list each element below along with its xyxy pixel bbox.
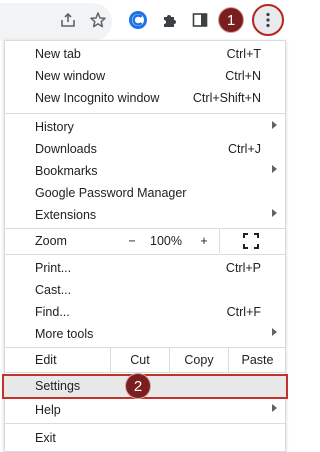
menu-item-help[interactable]: Help [5, 399, 285, 421]
menu-item-label: Print... [35, 261, 72, 275]
menu-item-history[interactable]: History [5, 116, 285, 138]
menu-item-more-tools[interactable]: More tools [5, 323, 285, 345]
menu-item-exit[interactable]: Exit [5, 427, 285, 449]
copy-button[interactable]: Copy [169, 348, 228, 372]
menu-item-new-incognito-window[interactable]: New Incognito window Ctrl+Shift+N [5, 87, 285, 109]
zoom-row: Zoom − 100% + [5, 229, 285, 253]
menu-item-find[interactable]: Find... Ctrl+F [5, 301, 285, 323]
step-1-badge: 1 [218, 7, 244, 33]
three-dots-icon[interactable] [252, 4, 284, 36]
browser-toolbar: 1 [0, 0, 288, 44]
edit-row: Edit Cut Copy Paste [5, 348, 285, 372]
menu-item-label: Cast... [35, 283, 72, 297]
menu-item-label: Help [35, 403, 61, 417]
menu-divider [5, 113, 285, 114]
menu-item-label: New window [35, 69, 106, 83]
menu-item-label: Exit [35, 431, 56, 445]
fullscreen-icon[interactable] [243, 233, 259, 249]
menu-item-downloads[interactable]: Downloads Ctrl+J [5, 138, 285, 160]
menu-item-shortcut: Ctrl+P [225, 261, 261, 275]
menu-divider [5, 254, 285, 255]
submenu-arrow-icon [272, 404, 277, 412]
menu-item-bookmarks[interactable]: Bookmarks [5, 160, 285, 182]
chrome-main-menu: New tab Ctrl+T New window Ctrl+N New Inc… [2, 40, 288, 452]
share-icon[interactable] [56, 8, 80, 32]
menu-item-password-manager[interactable]: Google Password Manager [5, 182, 285, 204]
submenu-arrow-icon [272, 209, 277, 217]
cut-button[interactable]: Cut [110, 348, 169, 372]
menu-item-new-window[interactable]: New window Ctrl+N [5, 65, 285, 87]
menu-item-print[interactable]: Print... Ctrl+P [5, 257, 285, 279]
submenu-arrow-icon [272, 165, 277, 173]
menu-item-cast[interactable]: Cast... [5, 279, 285, 301]
zoom-in-button[interactable]: + [192, 229, 216, 253]
menu-item-label: Google Password Manager [35, 186, 187, 200]
menu-item-label: Bookmarks [35, 164, 98, 178]
menu-item-label: New Incognito window [35, 91, 160, 105]
menu-item-label: Extensions [35, 208, 97, 222]
menu-item-label: Downloads [35, 142, 97, 156]
menu-item-shortcut: Ctrl+N [225, 69, 261, 83]
submenu-arrow-icon [272, 328, 277, 336]
menu-item-label: Settings [35, 379, 81, 393]
side-panel-icon[interactable] [188, 8, 212, 32]
menu-item-label: Find... [35, 305, 70, 319]
menu-item-shortcut: Ctrl+T [226, 47, 261, 61]
menu-item-new-tab[interactable]: New tab Ctrl+T [5, 43, 285, 65]
puzzle-icon[interactable] [158, 8, 182, 32]
edit-label: Edit [35, 353, 57, 367]
menu-divider [5, 423, 285, 424]
menu-item-shortcut: Ctrl+J [228, 142, 261, 156]
paste-button[interactable]: Paste [228, 348, 286, 372]
zoom-divider [219, 229, 220, 253]
menu-divider [5, 372, 285, 373]
zoom-label: Zoom [35, 234, 67, 248]
menu-item-shortcut: Ctrl+F [226, 305, 261, 319]
menu-item-label: History [35, 120, 74, 134]
menu-item-label: New tab [35, 47, 81, 61]
star-icon[interactable] [86, 8, 110, 32]
menu-item-label: More tools [35, 327, 94, 341]
menu-item-extensions[interactable]: Extensions [5, 204, 285, 226]
menu-item-shortcut: Ctrl+Shift+N [192, 91, 261, 105]
submenu-arrow-icon [272, 121, 277, 129]
zoom-out-button[interactable]: − [120, 229, 144, 253]
zoom-level: 100% [150, 234, 182, 248]
step-2-badge: 2 [125, 373, 151, 399]
extension-c-icon[interactable] [126, 8, 150, 32]
